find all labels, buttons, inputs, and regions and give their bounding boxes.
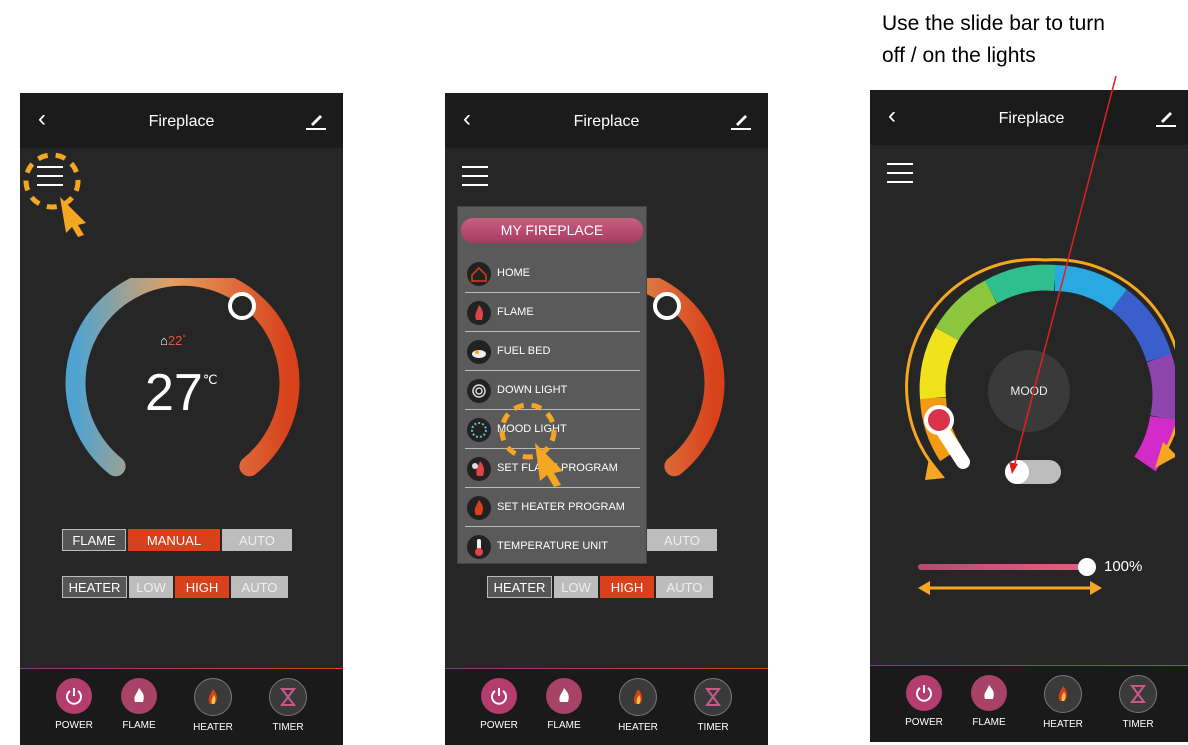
hourglass-icon bbox=[269, 678, 307, 716]
nav-flame[interactable]: FLAME bbox=[534, 678, 594, 731]
flame-3d-icon bbox=[546, 678, 582, 714]
menu-icon[interactable] bbox=[462, 166, 488, 186]
phone-screen-menu: ‹ Fireplace FLAME MANUAL AUTO HEATER LOW… bbox=[445, 93, 768, 745]
phone-screen-mood-light: ‹ Fireplace MOOD 100% POWER FLAME HEATER… bbox=[870, 90, 1188, 742]
bottom-nav: POWER FLAME HEATER TIMER bbox=[445, 669, 768, 745]
heater-low-button[interactable]: LOW bbox=[129, 576, 173, 598]
menu-icon[interactable] bbox=[887, 163, 913, 183]
tap-highlight-icon bbox=[23, 152, 86, 237]
nav-timer[interactable]: TIMER bbox=[683, 678, 743, 733]
heater-label: HEATER bbox=[487, 576, 552, 598]
set-temperature: 27℃ bbox=[145, 364, 218, 422]
nav-heater[interactable]: HEATER bbox=[608, 678, 668, 733]
heater-label: HEATER bbox=[62, 576, 127, 598]
heater-mode-row: HEATER LOW HIGH AUTO bbox=[487, 576, 715, 598]
screen-title: Fireplace bbox=[998, 110, 1065, 127]
heater-flame-icon bbox=[194, 678, 232, 716]
power-icon bbox=[56, 678, 92, 714]
flame-auto-button[interactable]: AUTO bbox=[222, 529, 292, 551]
home-icon: ⌂ bbox=[160, 333, 168, 348]
app-header: ‹ Fireplace bbox=[445, 93, 768, 148]
side-menu: MY FIREPLACE HOME FLAME FUEL BED DOWN LI… bbox=[458, 207, 646, 563]
heater-mode-row: HEATER LOW HIGH AUTO bbox=[62, 576, 290, 598]
dial-thumb bbox=[653, 292, 681, 320]
hourglass-icon bbox=[694, 678, 732, 716]
menu-item-temperature-unit[interactable]: TEMPERATURE UNIT bbox=[465, 528, 640, 566]
tap-highlight-icon bbox=[499, 402, 563, 487]
menu-item-fuel-bed[interactable]: FUEL BED bbox=[465, 333, 640, 371]
power-icon bbox=[906, 675, 942, 711]
heater-high-button[interactable]: HIGH bbox=[600, 576, 654, 598]
double-arrow-icon bbox=[918, 581, 1102, 595]
nav-heater[interactable]: HEATER bbox=[183, 678, 243, 733]
nav-power[interactable]: POWER bbox=[469, 678, 529, 731]
app-header: ‹ Fireplace bbox=[870, 90, 1188, 145]
edit-icon[interactable] bbox=[1155, 106, 1177, 128]
nav-flame[interactable]: FLAME bbox=[959, 675, 1019, 728]
power-icon bbox=[481, 678, 517, 714]
flame-mode-row: FLAME MANUAL AUTO bbox=[62, 529, 294, 551]
thermometer-icon bbox=[467, 535, 491, 559]
annotation-line-1: Use the slide bar to turn bbox=[882, 12, 1105, 35]
heater-high-button[interactable]: HIGH bbox=[175, 576, 229, 598]
edit-icon[interactable] bbox=[305, 109, 327, 131]
flame-manual-button[interactable]: MANUAL bbox=[128, 529, 220, 551]
heater-flame-icon bbox=[1044, 675, 1082, 713]
fuel-bed-icon bbox=[467, 340, 491, 364]
mood-color-thumb bbox=[924, 405, 954, 435]
nav-flame[interactable]: FLAME bbox=[109, 678, 169, 731]
flame-3d-icon bbox=[467, 301, 491, 325]
menu-item-flame[interactable]: FLAME bbox=[465, 294, 640, 332]
screen-title: Fireplace bbox=[573, 113, 640, 130]
annotation-line-2: off / on the lights bbox=[882, 44, 1036, 67]
phone-screen-home: ‹ Fireplace ⌂22° 27℃ FLAME MANUAL AUTO H… bbox=[20, 93, 343, 745]
hourglass-icon bbox=[1119, 675, 1157, 713]
app-header: ‹ Fireplace bbox=[20, 93, 343, 148]
bottom-nav: POWER FLAME HEATER TIMER bbox=[870, 666, 1188, 742]
light-toggle-knob bbox=[1005, 460, 1029, 484]
flame-3d-icon bbox=[971, 675, 1007, 711]
bottom-nav: POWER FLAME HEATER TIMER bbox=[20, 669, 343, 745]
nav-heater[interactable]: HEATER bbox=[1033, 675, 1093, 730]
light-toggle[interactable] bbox=[1005, 460, 1061, 484]
menu-item-home[interactable]: HOME bbox=[465, 255, 640, 293]
heater-flame-icon bbox=[619, 678, 657, 716]
nav-timer[interactable]: TIMER bbox=[258, 678, 318, 733]
edit-icon[interactable] bbox=[730, 109, 752, 131]
brightness-slider[interactable] bbox=[918, 558, 1096, 576]
flame-3d-icon bbox=[121, 678, 157, 714]
annotation-text: Use the slide bar to turn off / on the l… bbox=[882, 8, 1182, 72]
nav-power[interactable]: POWER bbox=[894, 675, 954, 728]
brightness-thumb[interactable] bbox=[1078, 558, 1096, 576]
nav-timer[interactable]: TIMER bbox=[1108, 675, 1168, 730]
menu-title: MY FIREPLACE bbox=[461, 218, 643, 243]
heater-auto-button[interactable]: AUTO bbox=[231, 576, 288, 598]
mood-center-button[interactable]: MOOD bbox=[988, 350, 1070, 432]
brightness-value: 100% bbox=[1104, 558, 1143, 575]
home-icon bbox=[467, 262, 491, 286]
heater-low-button[interactable]: LOW bbox=[554, 576, 598, 598]
heater-auto-button[interactable]: AUTO bbox=[656, 576, 713, 598]
dial-thumb bbox=[228, 292, 256, 320]
nav-power[interactable]: POWER bbox=[44, 678, 104, 731]
flame-auto-button[interactable]: AUTO bbox=[647, 529, 717, 551]
flame-label: FLAME bbox=[62, 529, 126, 551]
indoor-temp: ⌂22° bbox=[160, 333, 186, 348]
screen-title: Fireplace bbox=[148, 113, 215, 130]
